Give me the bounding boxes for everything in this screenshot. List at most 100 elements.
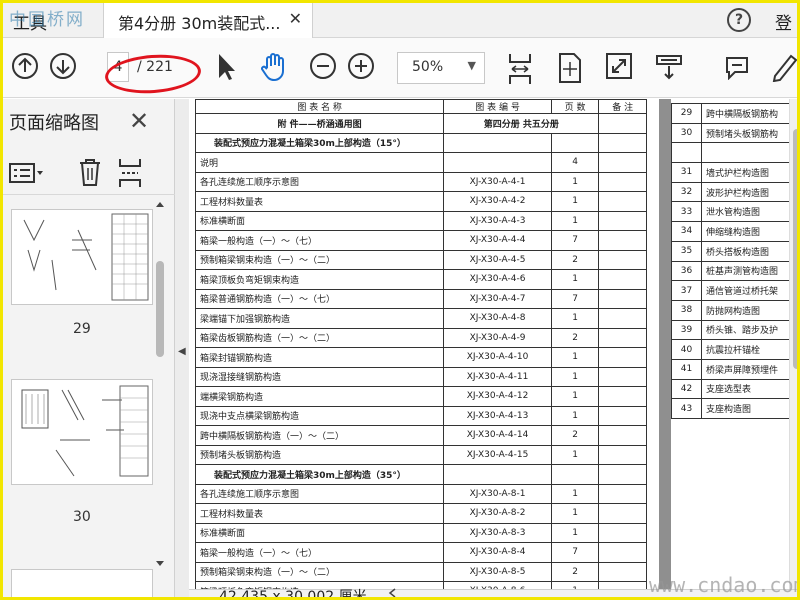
header-note: 备 注 — [598, 99, 647, 114]
row-note — [598, 288, 647, 309]
row-code: XJ-X30-A-8-4 — [443, 542, 552, 563]
row-note — [598, 230, 647, 251]
table-row: 各孔连续施工顺序示意图 XJ-X30-A-4-1 1 — [194, 171, 647, 192]
row-count: 2 — [550, 561, 600, 582]
table-row: 箱梁顶板负弯矩钢束构造 XJ-X30-A-4-6 1 — [194, 269, 647, 290]
row-name: 抗震拉杆锚栓 — [701, 339, 797, 360]
fit-width-icon[interactable] — [507, 52, 533, 86]
row-name: 预制箱梁钢束构造（一）～（二） — [194, 561, 445, 582]
row-code: XJ-X30-A-4-4 — [443, 230, 552, 251]
table-row: 现浇湿接缝钢筋构造 XJ-X30-A-4-11 1 — [194, 366, 647, 387]
row-count: 1 — [550, 308, 600, 329]
table-row: 39 桥头锥、踏步及护 — [671, 319, 797, 341]
row-note — [598, 561, 647, 582]
page-size: 42.435 x 30.002 厘米 — [219, 589, 367, 600]
row-name: 波形护栏构造图 — [701, 181, 797, 203]
thumbnail-options-icon[interactable] — [9, 159, 45, 185]
table-row: 42 支座选型表 — [671, 378, 797, 400]
row-count: 1 — [550, 269, 600, 290]
row-name: 桥梁声屏障预埋件 — [701, 358, 797, 380]
scroll-mode-icon[interactable] — [655, 52, 683, 82]
pen-icon[interactable] — [769, 52, 799, 82]
row-index: 38 — [671, 299, 702, 321]
next-page-icon[interactable] — [49, 52, 77, 80]
row-code: XJ-X30-A-4-10 — [443, 347, 552, 368]
fit-page-icon[interactable] — [557, 52, 583, 84]
header-code: 图 表 编 号 — [443, 99, 552, 114]
help-button[interactable]: ? — [727, 8, 751, 32]
row-name: 跨中横隔板钢筋构造（一）～（二） — [194, 425, 445, 446]
comment-icon[interactable] — [723, 52, 751, 80]
table-row: 35 桥头搭板构造图 — [671, 240, 797, 262]
row-note — [598, 522, 647, 543]
previous-page-icon[interactable] — [11, 52, 39, 80]
row-note — [598, 581, 647, 589]
page-thumbnail[interactable] — [11, 569, 153, 597]
row-name: 桥头搭板构造图 — [701, 240, 797, 262]
table-row: 箱梁封锚钢筋构造 XJ-X30-A-4-10 1 — [194, 347, 647, 368]
row-count: 1 — [550, 171, 600, 192]
row-code: XJ-X30-A-4-11 — [443, 366, 552, 387]
header-name: 图 表 名 称 — [194, 99, 445, 114]
row-count: 1 — [550, 405, 600, 426]
document-scrollbar[interactable] — [789, 99, 797, 589]
full-screen-icon[interactable] — [605, 52, 633, 80]
table-row: 箱梁齿板钢筋构造（一）～（二） XJ-X30-A-4-9 2 — [194, 327, 647, 348]
document-viewport[interactable]: 图 表 名 称 图 表 编 号 页 数 备 注 附 件——桥涵通用图 第四分册 … — [189, 99, 797, 589]
row-note — [598, 405, 647, 426]
row-name: 伸缩缝构造图 — [701, 221, 797, 242]
hand-tool-icon[interactable] — [259, 52, 289, 82]
row-code: XJ-X30-A-4-8 — [443, 308, 552, 329]
zoom-in-icon[interactable] — [347, 52, 375, 80]
row-name: 预制堵头板钢筋构造 — [194, 444, 445, 465]
row-name: 各孔连续施工顺序示意图 — [194, 171, 445, 192]
row-note — [598, 444, 647, 465]
row-name: 梁端锚下加强钢筋构造 — [194, 308, 445, 329]
zoom-dropdown[interactable]: 50% ▼ — [397, 52, 485, 84]
close-icon[interactable]: ✕ — [289, 9, 302, 28]
row-note — [598, 483, 647, 504]
row-name: 预制箱梁钢束构造（一）～（二） — [194, 249, 445, 270]
group-title: 装配式预应力混凝土箱梁30m上部构造（15°） — [194, 132, 445, 153]
row-name: 标准横断面 — [194, 522, 445, 543]
zoom-out-icon[interactable] — [309, 52, 337, 80]
row-note — [598, 503, 647, 524]
row-code: XJ-X30-A-8-3 — [443, 522, 552, 543]
collapse-arrow-icon[interactable]: ◀ — [178, 346, 186, 357]
empty-cell — [598, 464, 647, 485]
select-cursor-icon[interactable] — [215, 52, 237, 82]
page-thumbnail[interactable] — [11, 379, 153, 485]
row-code: XJ-X30-A-4-9 — [443, 327, 552, 348]
toolbar: 4 / 221 50% ▼ — [3, 38, 799, 98]
panel-title: 页面缩略图 — [9, 113, 99, 134]
row-count: 1 — [550, 483, 600, 504]
page-thumbnail[interactable] — [11, 209, 153, 305]
table-row: 工程材料数量表 XJ-X30-A-8-2 1 — [194, 503, 647, 524]
row-index: 32 — [671, 181, 702, 203]
row-name: 端横梁钢筋构造 — [194, 386, 445, 407]
table-row: 33 泄水管构造图 — [671, 201, 797, 223]
row-name: 桥头锥、踏步及护 — [701, 319, 797, 341]
row-name: 箱梁齿板钢筋构造（一）～（二） — [194, 327, 445, 348]
table-row: 箱梁一般构造（一）～（七） XJ-X30-A-4-4 7 — [194, 230, 647, 251]
table-row: 预制箱梁钢束构造（一）～（二） XJ-X30-A-8-5 2 — [194, 561, 647, 582]
extract-pages-icon[interactable] — [117, 157, 143, 189]
table-row: 标准横断面 XJ-X30-A-4-3 1 — [194, 210, 647, 231]
close-icon[interactable]: ✕ — [129, 107, 149, 135]
row-name: 工程材料数量表 — [194, 191, 445, 212]
thumbnail-scrollbar[interactable] — [153, 199, 167, 599]
table-row: 38 防抛网构造图 — [671, 299, 797, 321]
row-name: 防抛网构造图 — [701, 299, 797, 321]
scroll-left-icon[interactable] — [387, 587, 397, 599]
trash-icon[interactable] — [77, 157, 103, 187]
tab-document[interactable]: 第4分册 30m装配式... ✕ — [103, 3, 313, 38]
section-row: 附 件——桥涵通用图 第四分册 共五分册 — [194, 113, 647, 134]
document-page: 29 跨中横隔板钢筋构 30 预制堵头板钢筋构 31 墙式护栏构造图 32 波形护栏构造图 33… — [671, 99, 797, 589]
row-code: XJ-X30-A-4-14 — [443, 425, 552, 446]
row-code: XJ-X30-A-8-2 — [443, 503, 552, 524]
scrollbar-thumb[interactable] — [793, 129, 797, 369]
row-name: 泄水管构造图 — [701, 201, 797, 223]
header-count: 页 数 — [550, 99, 600, 114]
row-note — [598, 269, 647, 290]
signin-button[interactable]: 登 — [775, 9, 792, 34]
